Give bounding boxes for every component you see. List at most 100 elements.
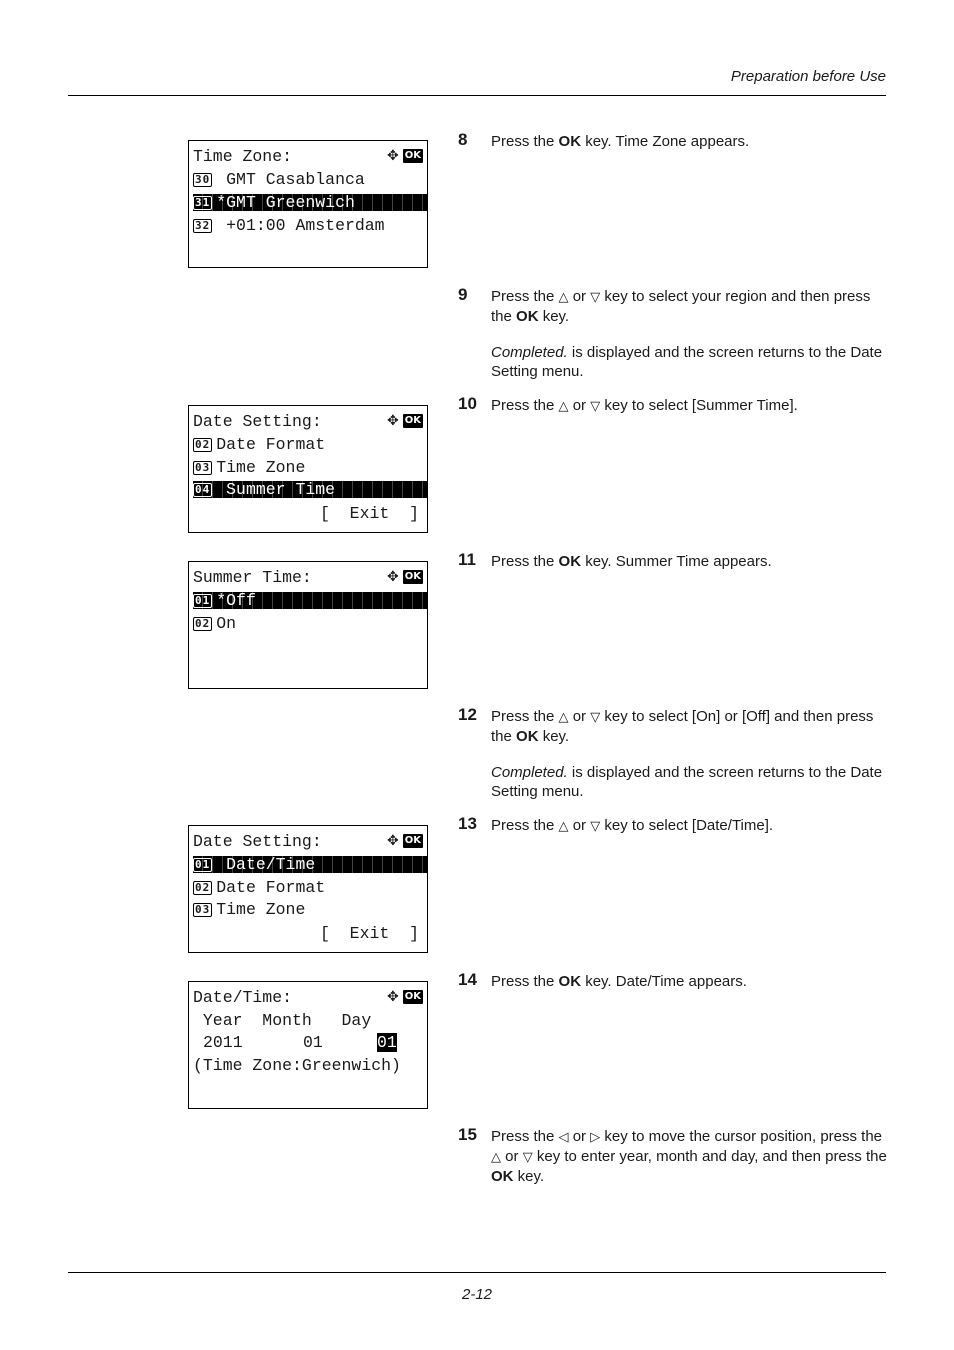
four-way-arrow-icon: ✥	[387, 833, 399, 849]
item-number-badge: 02	[193, 617, 213, 631]
month-value: 01	[303, 1033, 323, 1052]
lcd-screen-time-zone: Time Zone: ✥ OK 30 GMT Casablanca 31 *GMT…	[188, 140, 428, 268]
lcd-screen-date-time: Date/Time: ✥ OK Year Month Day 2011 01 0…	[188, 981, 428, 1109]
four-way-arrow-icon: ✥	[387, 148, 399, 164]
down-key-icon: ▽	[590, 819, 601, 834]
page-header-title: Preparation before Use	[730, 68, 886, 85]
lcd-nav-icons: ✥ OK	[387, 149, 423, 163]
header-rule	[68, 95, 886, 96]
lcd-menu-item: 03 Time Zone	[193, 900, 427, 920]
step-number: 12	[458, 705, 477, 724]
item-label: *Off	[216, 591, 256, 610]
item-number-badge: 03	[193, 461, 213, 475]
left-key-icon: ◁	[558, 1130, 569, 1145]
item-number-badge: 30	[193, 173, 213, 187]
lcd-nav-icons: ✥ OK	[387, 414, 423, 428]
item-label: +01:00 Amsterdam	[216, 216, 385, 235]
four-way-arrow-icon: ✥	[387, 569, 399, 585]
item-label: GMT Casablanca	[216, 170, 365, 189]
lcd-menu-item-selected: 04 Summer Time	[193, 481, 427, 498]
ok-icon: OK	[402, 149, 423, 163]
step-text: Press the ◁ or ▷ key to move the cursor …	[491, 1128, 887, 1185]
step-text: Press the △ or ▽ key to select [On] or […	[491, 708, 874, 745]
step-text: Press the △ or ▽ key to select [Date/Tim…	[491, 817, 774, 834]
item-number-badge: 31	[193, 196, 213, 210]
four-way-arrow-icon: ✥	[387, 413, 399, 429]
item-label: Date Format	[216, 878, 326, 897]
item-number-badge: 02	[193, 438, 213, 452]
ok-icon: OK	[402, 990, 423, 1004]
step-number: 15	[458, 1125, 477, 1144]
step-note: Completed. is displayed and the screen r…	[491, 764, 883, 800]
step-11: 11 Press the OK key. Summer Time appears…	[458, 550, 888, 571]
up-key-icon: △	[558, 290, 569, 305]
four-way-arrow-icon: ✥	[387, 989, 399, 1005]
up-key-icon: △	[558, 399, 569, 414]
lcd-exit-softkey: [ Exit ]	[319, 504, 419, 523]
step-number: 10	[458, 394, 477, 413]
item-label: On	[216, 614, 237, 633]
lcd-menu-item-selected: 01 Date/Time	[193, 856, 427, 873]
step-9: 9 Press the △ or ▽ key to select your re…	[458, 285, 888, 381]
step-text: Press the △ or ▽ key to select [Summer T…	[491, 397, 798, 414]
step-text: Press the OK key. Date/Time appears.	[491, 973, 747, 990]
up-key-icon: △	[491, 1150, 501, 1165]
step-text: Press the △ or ▽ key to select your regi…	[491, 288, 871, 325]
step-number: 8	[458, 130, 468, 149]
ok-icon: OK	[402, 834, 423, 848]
date-field-headers: Year Month Day	[193, 1011, 372, 1030]
item-number-badge: 01	[193, 594, 213, 608]
lcd-screen-date-setting-summer: Date Setting: ✥ OK 02 Date Format 03 Time …	[188, 405, 428, 533]
lcd-nav-icons: ✥ OK	[387, 570, 423, 584]
lcd-menu-item-selected: 31 *GMT Greenwich	[193, 194, 427, 211]
footer-rule	[68, 1272, 886, 1273]
step-number: 9	[458, 285, 468, 304]
step-8: 8 Press the OK key. Time Zone appears.	[458, 130, 888, 151]
day-value: 01	[377, 1033, 397, 1052]
down-key-icon: ▽	[590, 290, 601, 305]
up-key-icon: △	[558, 710, 569, 725]
down-key-icon: ▽	[590, 399, 601, 414]
lcd-menu-item: 30 GMT Casablanca	[193, 170, 427, 190]
down-key-icon: ▽	[590, 710, 601, 725]
item-label: Time Zone	[216, 900, 306, 919]
lcd-exit-softkey: [ Exit ]	[319, 924, 419, 943]
ok-icon: OK	[402, 570, 423, 584]
step-10: 10 Press the △ or ▽ key to select [Summe…	[458, 394, 888, 416]
down-key-icon: ▽	[522, 1150, 533, 1165]
item-label: Date Format	[216, 435, 326, 454]
lcd-screen-summer-time: Summer Time: ✥ OK 01 *Off 02 On	[188, 561, 428, 689]
item-number-badge: 02	[193, 881, 213, 895]
step-number: 11	[458, 550, 476, 569]
lcd-nav-icons: ✥ OK	[387, 834, 423, 848]
step-number: 14	[458, 970, 477, 989]
lcd-menu-item: 32 +01:00 Amsterdam	[193, 216, 427, 236]
step-text: Press the OK key. Time Zone appears.	[491, 133, 750, 150]
step-text: Press the OK key. Summer Time appears.	[491, 553, 772, 570]
page-number: 2-12	[461, 1286, 493, 1303]
item-number-badge: 03	[193, 903, 213, 917]
lcd-menu-item: 03 Time Zone	[193, 458, 427, 478]
lcd-menu-item: 02 Date Format	[193, 435, 427, 455]
time-zone-info: (Time Zone:Greenwich)	[193, 1056, 401, 1075]
up-key-icon: △	[558, 819, 569, 834]
item-label: Time Zone	[216, 458, 306, 477]
item-number-badge: 32	[193, 219, 213, 233]
item-number-badge: 04	[193, 483, 213, 497]
lcd-menu-item: 02 Date Format	[193, 878, 427, 898]
day-value-cursor: 01	[377, 1033, 397, 1052]
lcd-menu-item-selected: 01 *Off	[193, 592, 427, 609]
item-label: Date/Time	[216, 855, 316, 874]
step-15: 15 Press the ◁ or ▷ key to move the curs…	[458, 1125, 888, 1186]
step-note: Completed. is displayed and the screen r…	[491, 344, 883, 380]
ok-icon: OK	[402, 414, 423, 428]
step-13: 13 Press the △ or ▽ key to select [Date/…	[458, 814, 888, 836]
right-key-icon: ▷	[590, 1130, 601, 1145]
step-14: 14 Press the OK key. Date/Time appears.	[458, 970, 888, 991]
step-12: 12 Press the △ or ▽ key to select [On] o…	[458, 705, 888, 801]
item-label: Summer Time	[216, 480, 336, 499]
lcd-menu-item: 02 On	[193, 614, 427, 634]
step-number: 13	[458, 814, 477, 833]
item-label: *GMT Greenwich	[216, 193, 355, 212]
lcd-screen-date-setting-datetime: Date Setting: ✥ OK 01 Date/Time 02 Date F…	[188, 825, 428, 953]
